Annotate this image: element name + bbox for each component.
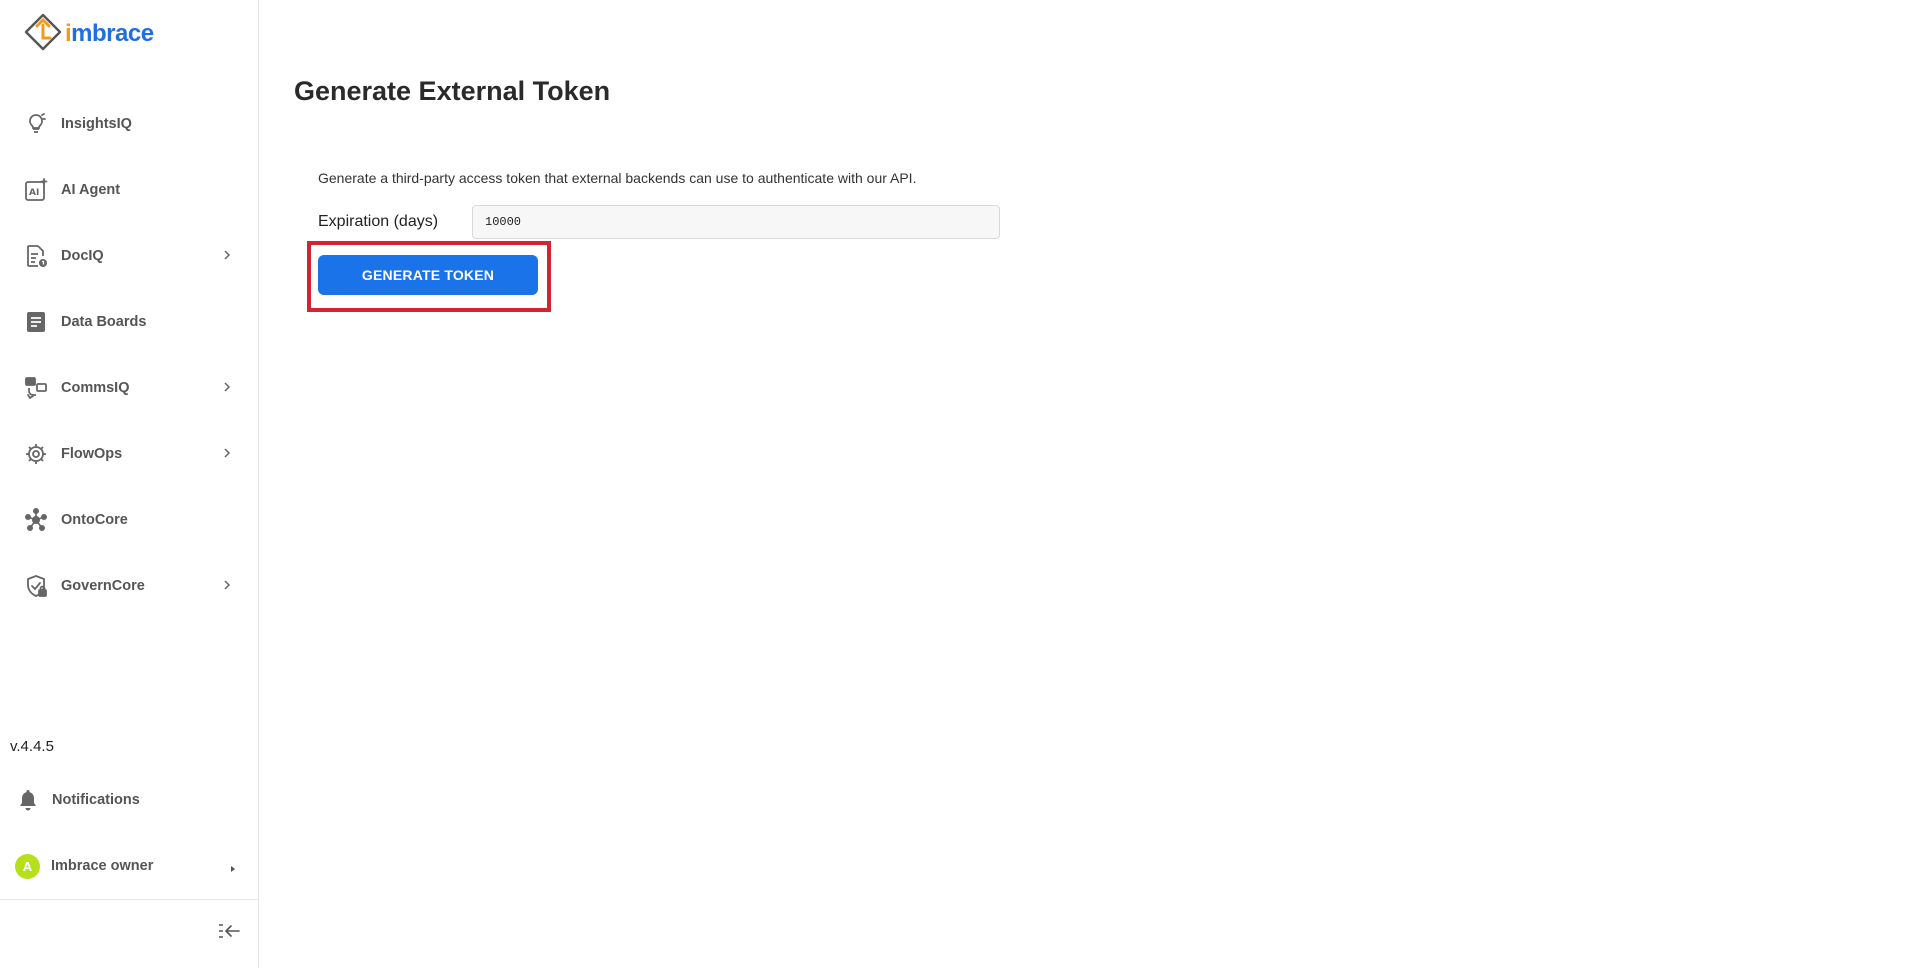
sidebar-item-dociq[interactable]: DocIQ xyxy=(0,223,259,289)
sidebar-item-flowops[interactable]: FlowOps xyxy=(0,421,259,487)
caret-right-icon xyxy=(229,861,237,879)
expiration-days-input[interactable] xyxy=(472,205,1000,239)
sidebar-nav: InsightsIQ AI AI Agent DocIQ Data Boards… xyxy=(0,91,259,619)
user-menu[interactable]: A Imbrace owner xyxy=(0,836,259,896)
sidebar-item-governcore[interactable]: GovernCore xyxy=(0,553,259,619)
notifications-button[interactable]: Notifications xyxy=(0,770,259,830)
chevron-right-icon xyxy=(220,380,234,394)
sidebar-item-label: FlowOps xyxy=(61,446,123,462)
imbrace-logo[interactable]: imbrace xyxy=(23,12,154,56)
sidebar-divider xyxy=(0,899,259,900)
sidebar-item-label: AI Agent xyxy=(61,182,121,198)
sidebar-item-ai-agent[interactable]: AI AI Agent xyxy=(0,157,259,223)
avatar: A xyxy=(15,853,40,879)
ontology-network-icon xyxy=(23,507,49,533)
data-boards-icon xyxy=(23,309,49,335)
sidebar-item-label: CommsIQ xyxy=(61,380,130,396)
ai-agent-icon: AI xyxy=(23,177,49,203)
user-name: Imbrace owner xyxy=(51,858,154,874)
logo-text: imbrace xyxy=(65,20,154,47)
sidebar-item-commsiq[interactable]: CommsIQ xyxy=(0,355,259,421)
chevron-right-icon xyxy=(220,446,234,460)
sidebar-item-label: GovernCore xyxy=(61,578,145,594)
bell-icon xyxy=(15,789,41,811)
insights-bulb-icon xyxy=(23,111,49,137)
generate-token-button[interactable]: GENERATE TOKEN xyxy=(318,255,538,295)
collapse-sidebar-button[interactable] xyxy=(216,920,242,942)
imbrace-logo-icon xyxy=(24,13,62,51)
sidebar-item-label: Data Boards xyxy=(61,314,147,330)
sidebar-item-label: InsightsIQ xyxy=(61,116,132,132)
page-title: Generate External Token xyxy=(294,76,611,106)
notifications-label: Notifications xyxy=(52,792,140,808)
sidebar-item-data-boards[interactable]: Data Boards xyxy=(0,289,259,355)
expiration-label: Expiration (days) xyxy=(318,213,439,230)
comms-icon xyxy=(23,375,49,401)
flow-gear-icon xyxy=(23,441,49,467)
chevron-right-icon xyxy=(220,248,234,262)
shield-lock-icon xyxy=(23,573,49,599)
svg-text:AI: AI xyxy=(29,188,39,198)
sidebar-item-label: OntoCore xyxy=(61,512,128,528)
sidebar-item-insightsiq[interactable]: InsightsIQ xyxy=(0,91,259,157)
document-icon xyxy=(23,243,49,269)
main-content: Generate External Token Generate a third… xyxy=(260,0,1922,968)
description-text: Generate a third-party access token that… xyxy=(318,170,917,186)
sidebar: imbrace InsightsIQ AI AI Agent DocIQ Dat… xyxy=(0,0,259,968)
sidebar-item-ontocore[interactable]: OntoCore xyxy=(0,487,259,553)
chevron-right-icon xyxy=(220,578,234,592)
sidebar-item-label: DocIQ xyxy=(61,248,104,264)
collapse-sidebar-icon xyxy=(219,924,240,938)
version-label: v.4.4.5 xyxy=(10,738,54,755)
